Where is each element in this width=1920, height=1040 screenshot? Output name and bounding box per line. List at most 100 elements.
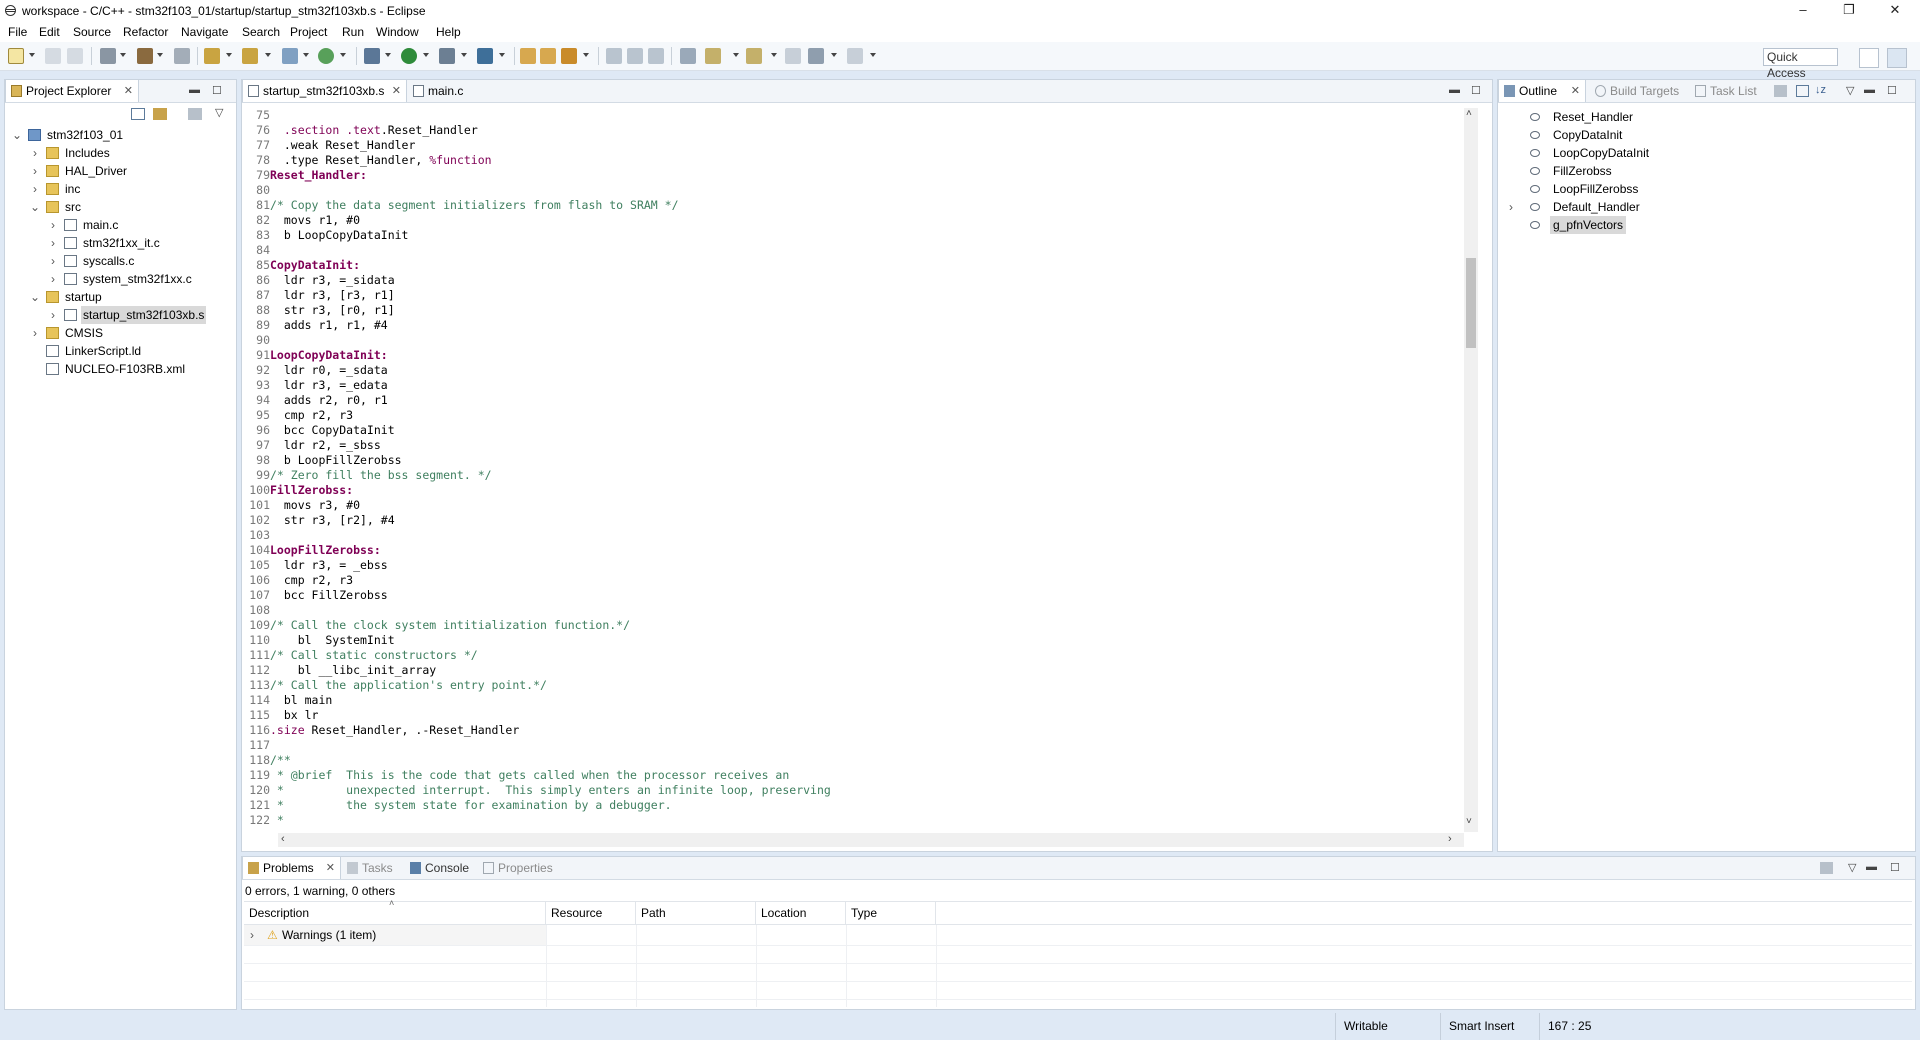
- back-dropdown-icon[interactable]: [831, 53, 837, 57]
- collapse-all-icon[interactable]: [1796, 85, 1809, 97]
- code-line[interactable]: 96 bcc CopyDataInit: [242, 423, 394, 438]
- close-icon[interactable]: ✕: [124, 80, 133, 102]
- vertical-scrollbar[interactable]: ˄ ˅: [1464, 108, 1478, 832]
- maximize-view-icon[interactable]: ☐: [1887, 84, 1897, 97]
- code-line[interactable]: 119 * @brief This is the code that gets …: [242, 768, 789, 783]
- tree-item[interactable]: NUCLEO-F103RB.xml: [29, 360, 225, 378]
- tab-tasks[interactable]: Tasks: [342, 857, 402, 879]
- menu-window[interactable]: Window: [376, 25, 419, 39]
- tree-item[interactable]: › Includes: [29, 144, 225, 162]
- code-line[interactable]: 111/* Call static constructors */: [242, 648, 478, 663]
- menu-help[interactable]: Help: [436, 25, 461, 39]
- menu-file[interactable]: File: [8, 25, 27, 39]
- new-dropdown-icon[interactable]: [29, 53, 35, 57]
- code-line[interactable]: 105 ldr r3, = _ebss: [242, 558, 387, 573]
- external-tools-icon[interactable]: [439, 48, 455, 64]
- tree-item[interactable]: › syscalls.c: [47, 252, 225, 270]
- chevron-right-icon[interactable]: ›: [47, 306, 59, 324]
- coverage-icon[interactable]: [477, 48, 493, 64]
- menu-run[interactable]: Run: [342, 25, 364, 39]
- menu-navigate[interactable]: Navigate: [181, 25, 228, 39]
- code-line[interactable]: 93 ldr r3, =_edata: [242, 378, 388, 393]
- code-line[interactable]: 78 .type Reset_Handler, %function: [242, 153, 491, 168]
- search-icon[interactable]: [561, 48, 577, 64]
- tree-item[interactable]: LinkerScript.ld: [29, 342, 225, 360]
- code-line[interactable]: 100FillZerobss:: [242, 483, 353, 498]
- c-cpp-perspective-icon[interactable]: [1887, 48, 1907, 68]
- chevron-right-icon[interactable]: ›: [29, 180, 41, 198]
- code-line[interactable]: 102 str r3, [r2], #4: [242, 513, 394, 528]
- menu-edit[interactable]: Edit: [39, 25, 60, 39]
- chevron-right-icon[interactable]: ›: [1509, 198, 1513, 216]
- column-location[interactable]: Location: [756, 902, 846, 924]
- forward-arrow-icon[interactable]: [847, 48, 863, 64]
- save-all-icon[interactable]: [67, 48, 83, 64]
- code-line[interactable]: 97 ldr r2, =_sbss: [242, 438, 381, 453]
- minimize-editor-icon[interactable]: ▬: [1449, 84, 1460, 96]
- code-line[interactable]: 120 * unexpected interrupt. This simply …: [242, 783, 831, 798]
- column-resource[interactable]: Resource: [546, 902, 636, 924]
- scroll-down-icon[interactable]: ˅: [1466, 816, 1472, 827]
- forward-dropdown-icon[interactable]: [870, 53, 876, 57]
- code-line[interactable]: 109/* Call the clock system intitializat…: [242, 618, 630, 633]
- chevron-right-icon[interactable]: ›: [29, 144, 41, 162]
- code-line[interactable]: 106 cmp r2, r3: [242, 573, 353, 588]
- tree-item[interactable]: ⌄ stm32f103_01: [11, 126, 225, 144]
- code-line[interactable]: 99/* Zero fill the bss segment. */: [242, 468, 491, 483]
- new-class-dropdown-icon[interactable]: [340, 53, 346, 57]
- code-line[interactable]: 90: [242, 333, 270, 348]
- next-annotation-dropdown-icon[interactable]: [733, 53, 739, 57]
- manage-configurations-icon[interactable]: [100, 48, 116, 64]
- column-path[interactable]: Path: [636, 902, 756, 924]
- tree-item[interactable]: › main.c: [47, 216, 225, 234]
- code-line[interactable]: 86 ldr r3, =_sidata: [242, 273, 394, 288]
- previous-annotation-dropdown-icon[interactable]: [771, 53, 777, 57]
- toggle-block-selection-icon[interactable]: [627, 48, 643, 64]
- tab-project-explorer[interactable]: Project Explorer ✕: [5, 80, 139, 102]
- maximize-editor-icon[interactable]: ☐: [1471, 84, 1481, 97]
- open-element-icon[interactable]: [540, 48, 556, 64]
- last-edit-location-icon[interactable]: [785, 48, 801, 64]
- tree-item[interactable]: › startup_stm32f103xb.s: [47, 306, 225, 324]
- chevron-down-icon[interactable]: ⌄: [11, 126, 23, 144]
- minimize-view-icon[interactable]: ▬: [189, 84, 200, 96]
- tree-item[interactable]: › HAL_Driver: [29, 162, 225, 180]
- code-line[interactable]: 79Reset_Handler:: [242, 168, 367, 183]
- build-dropdown-icon[interactable]: [157, 53, 163, 57]
- column-description[interactable]: Description: [244, 902, 546, 924]
- tab-task-list[interactable]: Task List: [1690, 80, 1770, 102]
- code-line[interactable]: 112 bl __libc_init_array: [242, 663, 436, 678]
- code-line[interactable]: 108: [242, 603, 270, 618]
- binary-icon[interactable]: [174, 48, 190, 64]
- menu-project[interactable]: Project: [290, 25, 327, 39]
- scroll-left-icon[interactable]: ‹: [281, 833, 285, 845]
- run-icon[interactable]: [401, 48, 417, 64]
- minimize-view-icon[interactable]: ▬: [1864, 84, 1875, 96]
- tree-item[interactable]: › stm32f1xx_it.c: [47, 234, 225, 252]
- code-line[interactable]: 76 .section .text.Reset_Handler: [242, 123, 478, 138]
- code-line[interactable]: 88 str r3, [r0, r1]: [242, 303, 394, 318]
- table-row[interactable]: › ⚠ Warnings (1 item): [244, 925, 546, 945]
- code-line[interactable]: 115 bx lr: [242, 708, 318, 723]
- code-line[interactable]: 81/* Copy the data segment initializers …: [242, 198, 678, 213]
- minimize-button[interactable]: –: [1780, 0, 1826, 22]
- code-line[interactable]: 121 * the system state for examination b…: [242, 798, 671, 813]
- code-line[interactable]: 114 bl main: [242, 693, 332, 708]
- code-line[interactable]: 122 *: [242, 813, 284, 828]
- chevron-down-icon[interactable]: ⌄: [29, 198, 41, 216]
- code-line[interactable]: 75: [242, 108, 270, 123]
- quick-access-field[interactable]: Quick Access: [1763, 48, 1838, 80]
- coverage-dropdown-icon[interactable]: [499, 53, 505, 57]
- new-file-icon[interactable]: [282, 48, 298, 64]
- tab-build-targets[interactable]: Build Targets: [1590, 80, 1690, 102]
- horizontal-scrollbar[interactable]: ‹ ›: [278, 833, 1464, 847]
- show-whitespace-icon[interactable]: [648, 48, 664, 64]
- code-line[interactable]: 94 adds r2, r0, r1: [242, 393, 388, 408]
- code-line[interactable]: 98 b LoopFillZerobss: [242, 453, 401, 468]
- collapse-all-icon[interactable]: [131, 108, 145, 120]
- close-icon[interactable]: ✕: [392, 80, 401, 102]
- run-dropdown-icon[interactable]: [423, 53, 429, 57]
- code-line[interactable]: 116.size Reset_Handler, .-Reset_Handler: [242, 723, 519, 738]
- code-line[interactable]: 118/**: [242, 753, 291, 768]
- link-with-editor-icon[interactable]: [153, 108, 167, 120]
